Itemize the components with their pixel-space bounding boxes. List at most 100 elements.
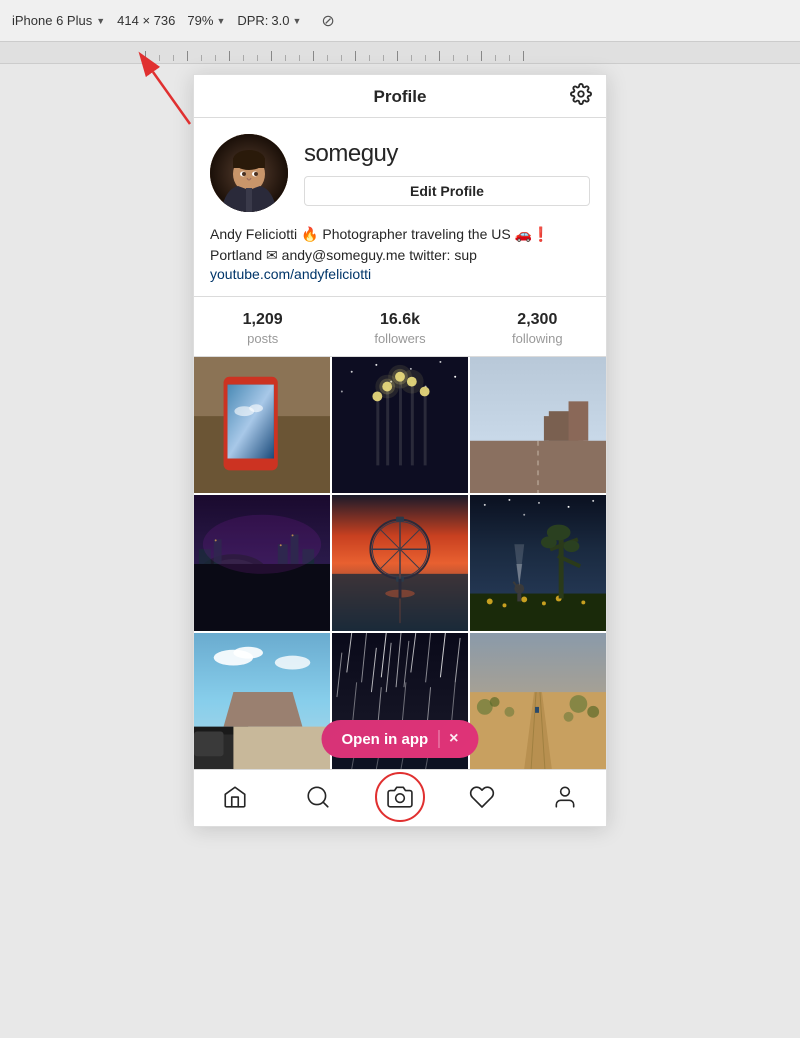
ruler-tick	[523, 51, 524, 61]
photo-3	[470, 357, 606, 493]
ruler-tick	[159, 55, 160, 61]
ruler-tick	[425, 55, 426, 61]
username: someguy	[304, 140, 590, 168]
ruler-tick	[481, 51, 482, 61]
grid-cell-6[interactable]	[470, 495, 606, 631]
bio-section: Andy Feliciotti 🔥 Photographer traveling…	[210, 224, 590, 284]
stats-row: 1,209 posts 16.6k followers 2,300 follow…	[194, 297, 606, 357]
zoom-value: 79%	[187, 13, 213, 28]
avatar-image	[210, 134, 288, 212]
photo-7	[194, 633, 330, 769]
browser-bar: iPhone 6 Plus ▼ 414 × 736 79% ▼ DPR: 3.0…	[0, 0, 800, 42]
ruler-tick	[145, 51, 146, 61]
following-count: 2,300	[517, 311, 557, 329]
search-icon	[305, 784, 331, 810]
photo-6	[470, 495, 606, 631]
profile-top-row: someguy Edit Profile	[210, 134, 590, 212]
res-width: 414	[117, 13, 139, 28]
grid-cell-1[interactable]	[194, 357, 330, 493]
profile-right: someguy Edit Profile	[304, 140, 590, 206]
profile-info-section: someguy Edit Profile Andy Feliciotti 🔥 P…	[194, 118, 606, 297]
home-icon	[222, 784, 248, 810]
gear-icon	[570, 83, 592, 105]
dpr-selector[interactable]: DPR: 3.0 ▼	[237, 13, 301, 28]
photo-2	[332, 357, 468, 493]
ruler-tick	[397, 51, 398, 61]
phone-frame: Profile	[193, 74, 607, 827]
res-sep: ×	[142, 13, 150, 28]
rotate-icon[interactable]: ⊘	[321, 11, 334, 31]
zoom-selector[interactable]: 79% ▼	[187, 13, 225, 28]
bottom-nav	[194, 769, 606, 826]
grid-cell-3[interactable]	[470, 357, 606, 493]
page-title: Profile	[374, 87, 427, 107]
photo-1	[194, 357, 330, 493]
ruler-tick	[215, 55, 216, 61]
ruler-tick	[229, 51, 230, 61]
followers-stat[interactable]: 16.6k followers	[331, 297, 468, 356]
nav-heart[interactable]	[457, 780, 507, 814]
ruler-tick	[355, 51, 356, 61]
ruler-tick	[327, 55, 328, 61]
zoom-dropdown-arrow: ▼	[216, 16, 225, 26]
nav-camera[interactable]	[375, 780, 425, 814]
res-height: 736	[154, 13, 176, 28]
ruler-tick	[271, 51, 272, 61]
settings-button[interactable]	[570, 83, 592, 109]
ruler-tick	[341, 55, 342, 61]
main-wrapper: Profile	[0, 64, 800, 827]
device-dropdown-arrow: ▼	[96, 16, 105, 26]
ruler-tick	[509, 55, 510, 61]
user-icon	[552, 784, 578, 810]
nav-home[interactable]	[210, 780, 260, 814]
nav-profile[interactable]	[540, 780, 590, 814]
followers-count: 16.6k	[380, 311, 420, 329]
ruler-tick	[453, 55, 454, 61]
ruler-tick	[285, 55, 286, 61]
ruler	[0, 42, 800, 64]
following-label: following	[512, 331, 563, 346]
posts-stat[interactable]: 1,209 posts	[194, 297, 331, 356]
dpr-label: DPR:	[237, 13, 268, 28]
followers-label: followers	[374, 331, 425, 346]
open-in-app-label: Open in app	[341, 731, 428, 748]
ruler-tick	[243, 55, 244, 61]
ruler-tick	[467, 55, 468, 61]
grid-cell-7[interactable]	[194, 633, 330, 769]
ruler-tick	[439, 51, 440, 61]
ruler-tick	[495, 55, 496, 61]
ruler-tick	[369, 55, 370, 61]
ruler-tick	[383, 55, 384, 61]
resolution-display: 414 × 736	[117, 13, 175, 28]
avatar-svg	[210, 134, 288, 212]
photo-4	[194, 495, 330, 631]
device-selector[interactable]: iPhone 6 Plus ▼	[12, 13, 105, 28]
ruler-tick	[201, 55, 202, 61]
grid-cell-4[interactable]	[194, 495, 330, 631]
ruler-tick	[411, 55, 412, 61]
camera-circle-indicator	[375, 772, 425, 822]
grid-cell-9[interactable]	[470, 633, 606, 769]
open-in-app-close-button[interactable]: ×	[449, 730, 458, 748]
open-in-app-divider	[438, 730, 439, 748]
posts-label: posts	[247, 331, 278, 346]
photo-grid	[194, 357, 606, 769]
grid-cell-2[interactable]	[332, 357, 468, 493]
ruler-tick	[173, 55, 174, 61]
avatar	[210, 134, 288, 212]
open-in-app-banner[interactable]: Open in app ×	[321, 720, 478, 758]
photo-5	[332, 495, 468, 631]
grid-cell-5[interactable]	[332, 495, 468, 631]
ruler-tick	[299, 55, 300, 61]
ruler-tick	[313, 51, 314, 61]
dpr-value: 3.0	[271, 13, 289, 28]
ruler-tick	[257, 55, 258, 61]
profile-header: Profile	[194, 75, 606, 118]
posts-count: 1,209	[243, 311, 283, 329]
bio-link[interactable]: youtube.com/andyfeliciotti	[210, 266, 371, 282]
following-stat[interactable]: 2,300 following	[469, 297, 606, 356]
bio-line2: Portland ✉ andy@someguy.me twitter: sup	[210, 245, 590, 266]
nav-search[interactable]	[293, 780, 343, 814]
edit-profile-button[interactable]: Edit Profile	[304, 176, 590, 206]
bio-line1: Andy Feliciotti 🔥 Photographer traveling…	[210, 224, 590, 245]
